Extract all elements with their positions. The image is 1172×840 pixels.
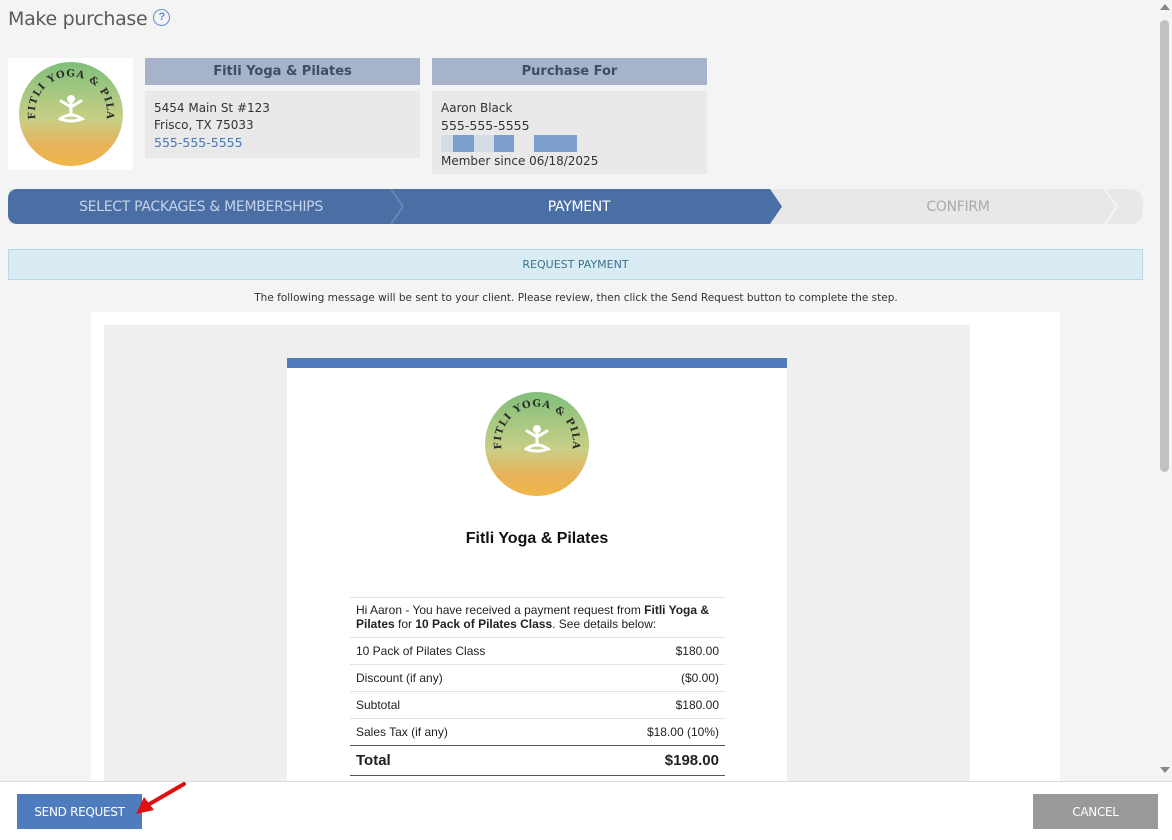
instructions-text: The following message will be sent to yo…	[254, 292, 898, 304]
purchase-for-panel: Purchase For Aaron Black 555-555-5555 Me…	[432, 58, 707, 174]
business-details: 5454 Main St #123 Frisco, TX 75033 555-5…	[145, 91, 420, 158]
client-phone: 555-555-5555	[441, 118, 530, 133]
tax-row: Sales Tax (if any) $18.00 (10%)	[350, 718, 725, 745]
step-confirm: CONFIRM	[926, 198, 990, 215]
business-logo: FITLI YOGA & PILATES	[8, 58, 133, 170]
redacted-email	[441, 135, 698, 152]
purchase-for-heading: Purchase For	[432, 58, 707, 85]
scroll-down-arrow-icon[interactable]	[1160, 767, 1170, 773]
step-payment[interactable]: PAYMENT	[394, 189, 764, 224]
page-title: Make purchase	[8, 8, 148, 30]
business-phone-link[interactable]: 555-555-5555	[154, 134, 411, 151]
checkout-stepper: SELECT PACKAGES & MEMBERSHIPS PAYMENT CO…	[8, 189, 1143, 224]
email-preview: FITLI YOGA & PILATES Fitli Yoga & Pilate…	[91, 312, 1060, 782]
email-business-name: Fitli Yoga & Pilates	[465, 530, 609, 547]
total-row: Total $198.00	[350, 745, 725, 776]
title-row: Make purchase ?	[8, 8, 171, 30]
discount-row: Discount (if any) ($0.00)	[350, 664, 725, 691]
cancel-button[interactable]: CANCEL	[1033, 794, 1158, 829]
scroll-thumb[interactable]	[1160, 20, 1169, 472]
email-logo: FITLI YOGA & PILATES	[477, 390, 597, 498]
email-card: FITLI YOGA & PILATES Fitli Yoga & Pilate…	[287, 358, 787, 782]
email-details-table: Hi Aaron - You have received a payment r…	[350, 597, 725, 776]
purchase-for-details: Aaron Black 555-555-5555 Member since 06…	[432, 91, 707, 174]
business-address-line2: Frisco, TX 75033	[154, 118, 254, 132]
line-item-row: 10 Pack of Pilates Class $180.00	[350, 637, 725, 664]
subtotal-row: Subtotal $180.00	[350, 691, 725, 718]
business-panel: Fitli Yoga & Pilates 5454 Main St #123 F…	[145, 58, 420, 158]
vertical-scrollbar[interactable]	[1157, 0, 1172, 780]
send-request-button[interactable]: SEND REQUEST	[17, 794, 142, 829]
request-payment-bar: REQUEST PAYMENT	[8, 249, 1143, 280]
help-icon[interactable]: ?	[153, 8, 171, 26]
client-name: Aaron Black	[441, 101, 513, 115]
business-address-line1: 5454 Main St #123	[154, 101, 270, 115]
footer-bar: SEND REQUEST CANCEL	[0, 781, 1172, 840]
business-name: Fitli Yoga & Pilates	[145, 58, 420, 85]
member-since: Member since 06/18/2025	[441, 154, 599, 168]
step-select-packages[interactable]: SELECT PACKAGES & MEMBERSHIPS	[8, 189, 394, 224]
pointer-arrow-icon	[136, 782, 186, 814]
email-preview-canvas: FITLI YOGA & PILATES Fitli Yoga & Pilate…	[104, 325, 970, 782]
scroll-up-arrow-icon[interactable]	[1160, 4, 1170, 10]
email-message: Hi Aaron - You have received a payment r…	[350, 597, 725, 637]
